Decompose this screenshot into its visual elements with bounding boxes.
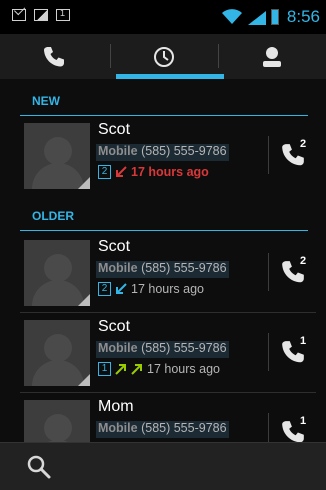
search-icon[interactable] — [26, 454, 52, 480]
call-log-item[interactable]: Scot Mobile (585) 555-9786 2 17 hours ag… — [20, 116, 316, 196]
contact-name: Scot — [98, 318, 131, 335]
contact-name: Scot — [98, 238, 131, 255]
call-time: 17 hours ago — [131, 165, 209, 179]
sim-badge: 1 — [98, 362, 111, 376]
call-log-item[interactable]: Scot Mobile (585) 555-9786 1 17 hours ag… — [20, 313, 316, 393]
number-line: Mobile (585) 555-9786 — [96, 421, 229, 438]
phone-icon — [44, 46, 64, 66]
missed-call-arrow-icon — [116, 166, 127, 177]
signal-icon — [247, 11, 266, 25]
call-info: 2 17 hours ago — [98, 165, 209, 179]
phone-number: (585) 555-9786 — [141, 341, 227, 355]
call-info: 2 17 hours ago — [98, 282, 204, 296]
call-time: 17 hours ago — [147, 362, 220, 376]
section-label: OLDER — [32, 209, 74, 223]
clock: 8:56 — [286, 7, 320, 26]
call-back-button[interactable]: 1 — [268, 327, 316, 379]
person-icon — [263, 46, 281, 67]
sim-badge: 2 — [98, 165, 111, 179]
call-log-item[interactable]: Scot Mobile (585) 555-9786 2 17 hours ag… — [20, 233, 316, 313]
call-log-screen: 1 8:56 NEW Scot Mobile (585) 555-9786 2 … — [0, 0, 326, 490]
number-type: Mobile — [98, 341, 138, 355]
contact-avatar[interactable] — [24, 240, 90, 306]
incoming-call-arrow-icon — [116, 283, 127, 294]
number-line: Mobile (585) 555-9786 — [96, 341, 229, 358]
call-count: 2 — [300, 255, 307, 267]
calendar-icon: 1 — [56, 8, 70, 21]
gallery-icon — [34, 9, 48, 21]
outgoing-call-arrow-icon — [131, 364, 142, 375]
tab-phone[interactable] — [0, 34, 108, 79]
number-type: Mobile — [98, 421, 138, 435]
call-count: 1 — [300, 415, 307, 427]
contact-avatar[interactable] — [24, 320, 90, 386]
phone-number: (585) 555-9786 — [141, 421, 227, 435]
contact-name: Mom — [98, 398, 134, 415]
call-back-button[interactable]: 2 — [268, 130, 316, 182]
phone-number: (585) 555-9786 — [141, 261, 227, 275]
gmail-icon — [12, 9, 26, 21]
call-info: 1 17 hours ago — [98, 362, 220, 376]
call-count: 1 — [300, 335, 307, 347]
wifi-icon — [221, 9, 242, 24]
number-line: Mobile (585) 555-9786 — [96, 261, 229, 278]
tab-call-log[interactable] — [110, 34, 218, 79]
contact-name: Scot — [98, 121, 131, 138]
tab-bar — [0, 34, 326, 79]
call-time: 17 hours ago — [131, 282, 204, 296]
clock-icon — [154, 46, 174, 67]
sim-badge: 2 — [98, 282, 111, 296]
call-count: 2 — [300, 138, 307, 150]
phone-number: (585) 555-9786 — [141, 144, 227, 158]
tab-contacts[interactable] — [218, 34, 326, 79]
call-back-button[interactable]: 2 — [268, 247, 316, 299]
section-label: NEW — [32, 94, 60, 108]
outgoing-call-arrow-icon — [115, 364, 126, 375]
battery-icon — [270, 9, 279, 25]
section-header-older: OLDER — [0, 203, 326, 231]
section-header-new: NEW — [0, 88, 326, 116]
status-bar: 1 8:56 — [0, 0, 326, 34]
bottom-action-bar — [0, 442, 326, 490]
number-type: Mobile — [98, 261, 138, 275]
number-line: Mobile (585) 555-9786 — [96, 144, 229, 161]
contact-avatar[interactable] — [24, 123, 90, 189]
section-divider — [20, 230, 308, 231]
number-type: Mobile — [98, 144, 138, 158]
tab-selected-indicator — [116, 74, 224, 79]
